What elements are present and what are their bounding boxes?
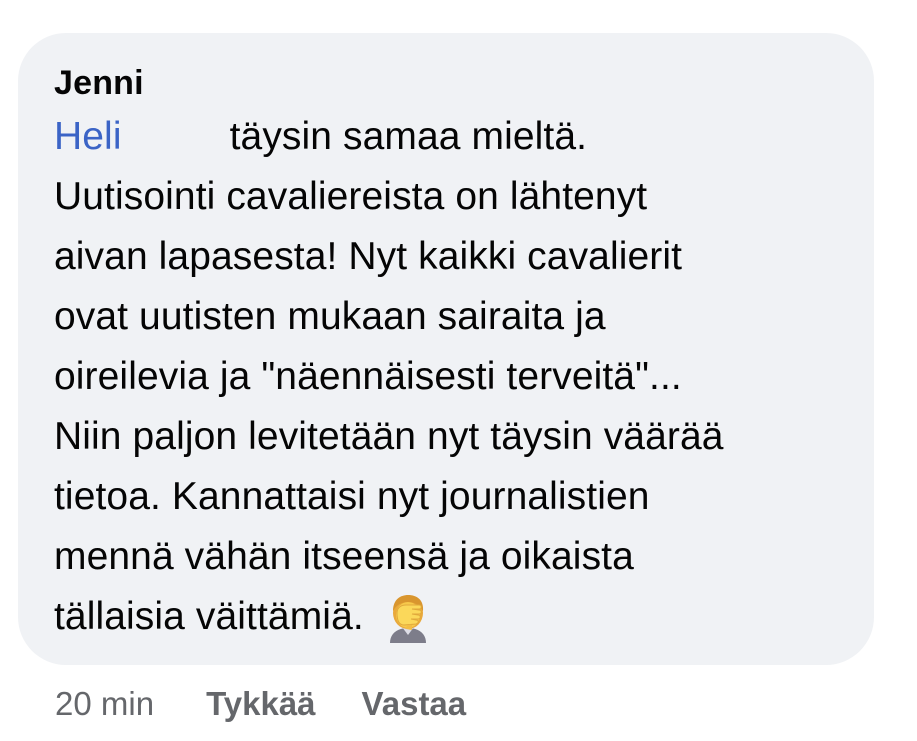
- comment-text-9: tällaisia väittämiä.: [54, 595, 364, 638]
- comment-timestamp[interactable]: 20 min: [55, 685, 154, 722]
- comment-line-3: aivan lapasesta! Nyt kaikki cavalierit: [54, 235, 683, 278]
- reply-button[interactable]: Vastaa: [362, 685, 467, 722]
- comment-bubble: Jenni Heli täysin samaa mieltä. Uutisoint…: [18, 33, 874, 665]
- like-button[interactable]: Tykkää: [206, 685, 315, 722]
- mention-link[interactable]: Heli: [54, 115, 122, 158]
- facepalm-emoji-icon: [382, 591, 434, 661]
- comment-line-7: tietoa. Kannattaisi nyt journalistien: [54, 475, 650, 518]
- comment-line-5: oireilevia ja "näennäisesti terveitä"...: [54, 355, 682, 398]
- comment-line-6: Niin paljon levitetään nyt täysin väärää: [54, 415, 724, 458]
- comment-line-4: ovat uutisten mukaan sairaita ja: [54, 295, 606, 338]
- comment-line-1: Heli täysin samaa mieltä.: [54, 107, 838, 167]
- comment-line-8: mennä vähän itseensä ja oikaista: [54, 535, 634, 578]
- comment-line-2: Uutisointi cavaliereista on lähtenyt: [54, 175, 648, 218]
- comment-author[interactable]: Jenni: [54, 63, 838, 103]
- comment-line-9: tällaisia väittämiä.: [54, 587, 838, 661]
- comment-text-1: täysin samaa mieltä.: [229, 115, 588, 158]
- comment-meta-bar: 20 min Tykkää Vastaa: [55, 684, 512, 724]
- comment-body: Heli täysin samaa mieltä. Uutisointi cava…: [54, 107, 838, 661]
